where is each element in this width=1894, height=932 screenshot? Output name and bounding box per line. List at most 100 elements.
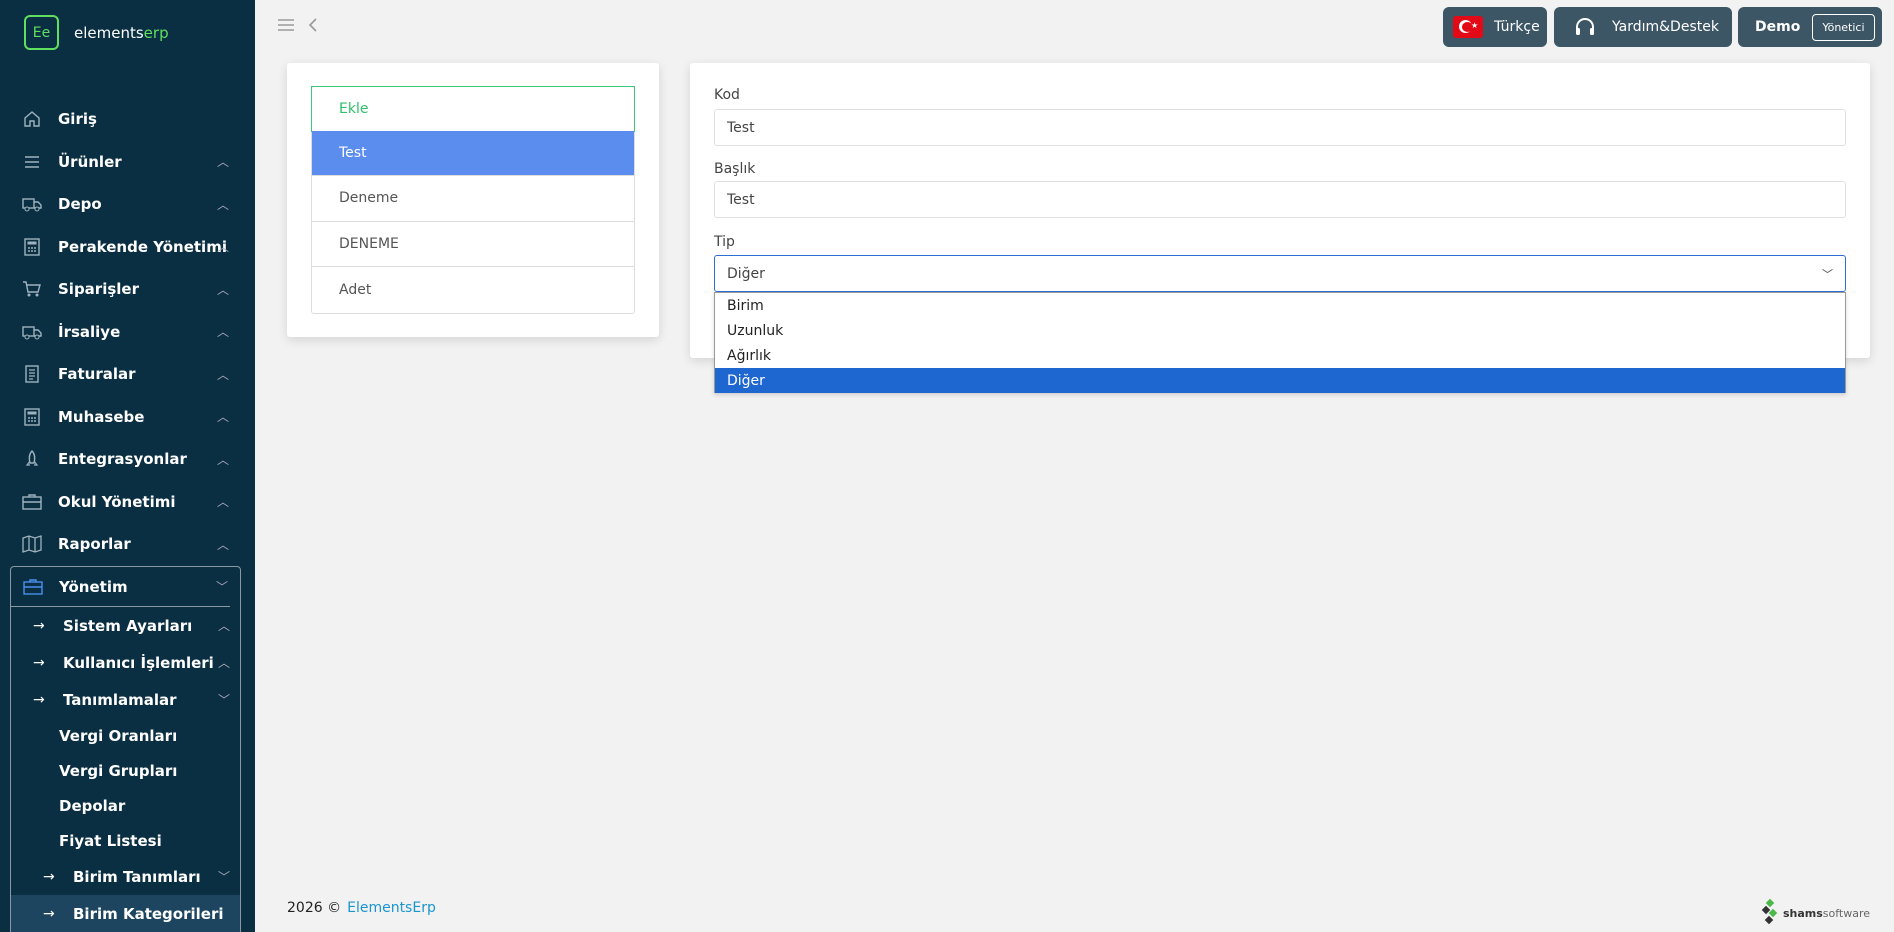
sidebar-nav: Giriş Ürünler ︿ Depo ︿ Perakende Yönetim… — [0, 98, 255, 566]
sidebar-leaf-fiyat-listesi[interactable]: Fiyat Listesi — [11, 823, 240, 858]
map-icon — [22, 534, 42, 554]
brand-name-accent: software — [1822, 906, 1870, 920]
sidebar-item-giris[interactable]: Giriş — [0, 98, 255, 141]
list-icon — [22, 152, 42, 172]
unit-category-list-card: Ekle Test Deneme DENEME Adet — [287, 63, 659, 337]
list-item[interactable]: DENEME — [312, 222, 634, 267]
truck-icon — [22, 194, 42, 214]
sidebar-item-faturalar[interactable]: Faturalar ︿ — [0, 353, 255, 396]
list-item[interactable]: Adet — [312, 267, 634, 313]
tip-select-value: Diğer — [727, 265, 765, 282]
topbar-left-controls — [278, 17, 318, 37]
list-item[interactable]: Deneme — [312, 176, 634, 222]
sidebar-item-label: Yönetim — [59, 577, 128, 596]
sidebar-sub-label: Birim Kategorileri — [73, 904, 224, 923]
tip-option[interactable]: Diğer — [715, 368, 1845, 393]
logo[interactable]: Ee elementserp — [24, 15, 169, 50]
sidebar-item-raporlar[interactable]: Raporlar ︿ — [0, 523, 255, 566]
footer-copyright: 2026 © — [287, 900, 342, 916]
sidebar-item-irsaliye[interactable]: İrsaliye ︿ — [0, 311, 255, 354]
rocket-icon — [22, 449, 42, 469]
sidebar-item-urunler[interactable]: Ürünler ︿ — [0, 141, 255, 184]
chevron-down-icon: ﹀ — [217, 870, 230, 884]
kod-label: Kod — [714, 87, 740, 103]
sidebar-sub-label: Sistem Ayarları — [63, 616, 193, 635]
sidebar-item-label: Faturalar — [58, 365, 136, 384]
chevron-up-icon: ︿ — [216, 367, 229, 382]
sidebar-item-siparisler[interactable]: Siparişler ︿ — [0, 268, 255, 311]
turkey-flag-icon: ★ — [1453, 16, 1483, 38]
language-label: Türkçe — [1494, 19, 1540, 35]
sidebar-item-label: Raporlar — [58, 535, 131, 554]
footer-link[interactable]: ElementsErp — [347, 900, 436, 916]
chevron-up-icon: ︿ — [216, 452, 229, 467]
sidebar-sub-label: Kullanıcı İşlemleri — [63, 653, 214, 672]
sidebar-sub-label: Tanımlamalar — [63, 690, 177, 709]
home-icon — [22, 109, 42, 129]
sidebar-item-perakende[interactable]: Perakende Yönetimi ︿ — [0, 226, 255, 269]
sidebar-item-okul[interactable]: Okul Yönetimi ︿ — [0, 481, 255, 524]
shams-logo-icon — [1761, 898, 1779, 928]
document-icon — [22, 364, 42, 384]
headset-icon — [1574, 16, 1596, 38]
sidebar-item-label: İrsaliye — [58, 322, 121, 341]
arrow-right-icon: → — [33, 617, 45, 634]
calculator-icon — [22, 237, 42, 257]
sidebar-leaf-depolar[interactable]: Depolar — [11, 788, 240, 823]
baslik-label: Başlık — [714, 161, 756, 177]
tip-select[interactable]: Diğer ﹀ — [714, 255, 1846, 292]
chevron-up-icon: ︿ — [216, 282, 229, 297]
chevron-up-icon: ︿ — [216, 240, 229, 255]
arrow-right-icon: → — [43, 905, 55, 922]
chevron-up-icon: ︿ — [216, 325, 229, 340]
sidebar-sub-birim-tanimlari[interactable]: → Birim Tanımları ﹀ — [11, 858, 240, 895]
sidebar-item-yonetim[interactable]: Yönetim ﹀ — [11, 567, 230, 607]
tip-option[interactable]: Birim — [715, 293, 1845, 318]
sidebar-sub-sistem-ayarlari[interactable]: → Sistem Ayarları ︿ — [11, 607, 240, 644]
chevron-down-icon: ﹀ — [1822, 267, 1833, 281]
chevron-down-icon: ﹀ — [217, 693, 230, 707]
arrow-right-icon: → — [33, 691, 45, 708]
logo-text: elementserp — [74, 23, 169, 42]
user-role-badge: Yönetici — [1812, 13, 1875, 41]
sidebar-item-muhasebe[interactable]: Muhasebe ︿ — [0, 396, 255, 439]
add-button[interactable]: Ekle — [311, 86, 635, 132]
support-button[interactable]: Yardım&Destek — [1554, 7, 1732, 47]
baslik-input[interactable]: Test — [714, 181, 1846, 218]
back-arrow-icon[interactable] — [308, 17, 318, 37]
sidebar-sub-birim-kategorileri[interactable]: → Birim Kategorileri — [11, 895, 240, 932]
sidebar-item-label: Ürünler — [58, 152, 122, 171]
kod-input[interactable]: Test — [714, 109, 1846, 146]
user-name: Demo — [1755, 19, 1801, 35]
truck-icon — [22, 322, 42, 342]
chevron-up-icon: ︿ — [216, 155, 229, 170]
sidebar-item-label: Giriş — [58, 110, 97, 129]
sidebar-sub-tanimlamalar[interactable]: → Tanımlamalar ﹀ — [11, 681, 240, 718]
chevron-up-icon: ︿ — [217, 656, 230, 670]
arrow-right-icon: → — [33, 654, 45, 671]
sidebar-item-entegrasyonlar[interactable]: Entegrasyonlar ︿ — [0, 438, 255, 481]
footer: 2026 © ElementsErp — [287, 900, 436, 916]
unit-category-list: Ekle Test Deneme DENEME Adet — [311, 86, 635, 314]
chevron-up-icon: ︿ — [216, 197, 229, 212]
tip-dropdown-list: Birim Uzunluk Ağırlık Diğer — [714, 292, 1846, 393]
briefcase-icon — [23, 578, 43, 596]
language-button[interactable]: ★ Türkçe — [1443, 7, 1547, 47]
sidebar-item-label: Perakende Yönetimi — [58, 237, 227, 256]
sidebar-item-label: Okul Yönetimi — [58, 492, 176, 511]
tip-option[interactable]: Uzunluk — [715, 318, 1845, 343]
sidebar-leaf-vergi-oranlari[interactable]: Vergi Oranları — [11, 718, 240, 753]
chevron-down-icon: ﹀ — [215, 580, 228, 594]
user-menu-button[interactable]: Demo Yönetici — [1738, 7, 1882, 47]
chevron-up-icon: ︿ — [216, 410, 229, 425]
tip-option[interactable]: Ağırlık — [715, 343, 1845, 368]
briefcase-icon — [22, 492, 42, 512]
chevron-up-icon: ︿ — [216, 537, 229, 552]
sidebar-leaf-vergi-gruplari[interactable]: Vergi Grupları — [11, 753, 240, 788]
sidebar-sub-kullanici-islemleri[interactable]: → Kullanıcı İşlemleri ︿ — [11, 644, 240, 681]
hamburger-menu-icon[interactable] — [278, 17, 294, 37]
list-item[interactable]: Test — [312, 130, 634, 176]
cart-icon — [22, 279, 42, 299]
sidebar: Ee elementserp Giriş Ürünler ︿ Depo ︿ Pe… — [0, 0, 255, 932]
sidebar-item-depo[interactable]: Depo ︿ — [0, 183, 255, 226]
